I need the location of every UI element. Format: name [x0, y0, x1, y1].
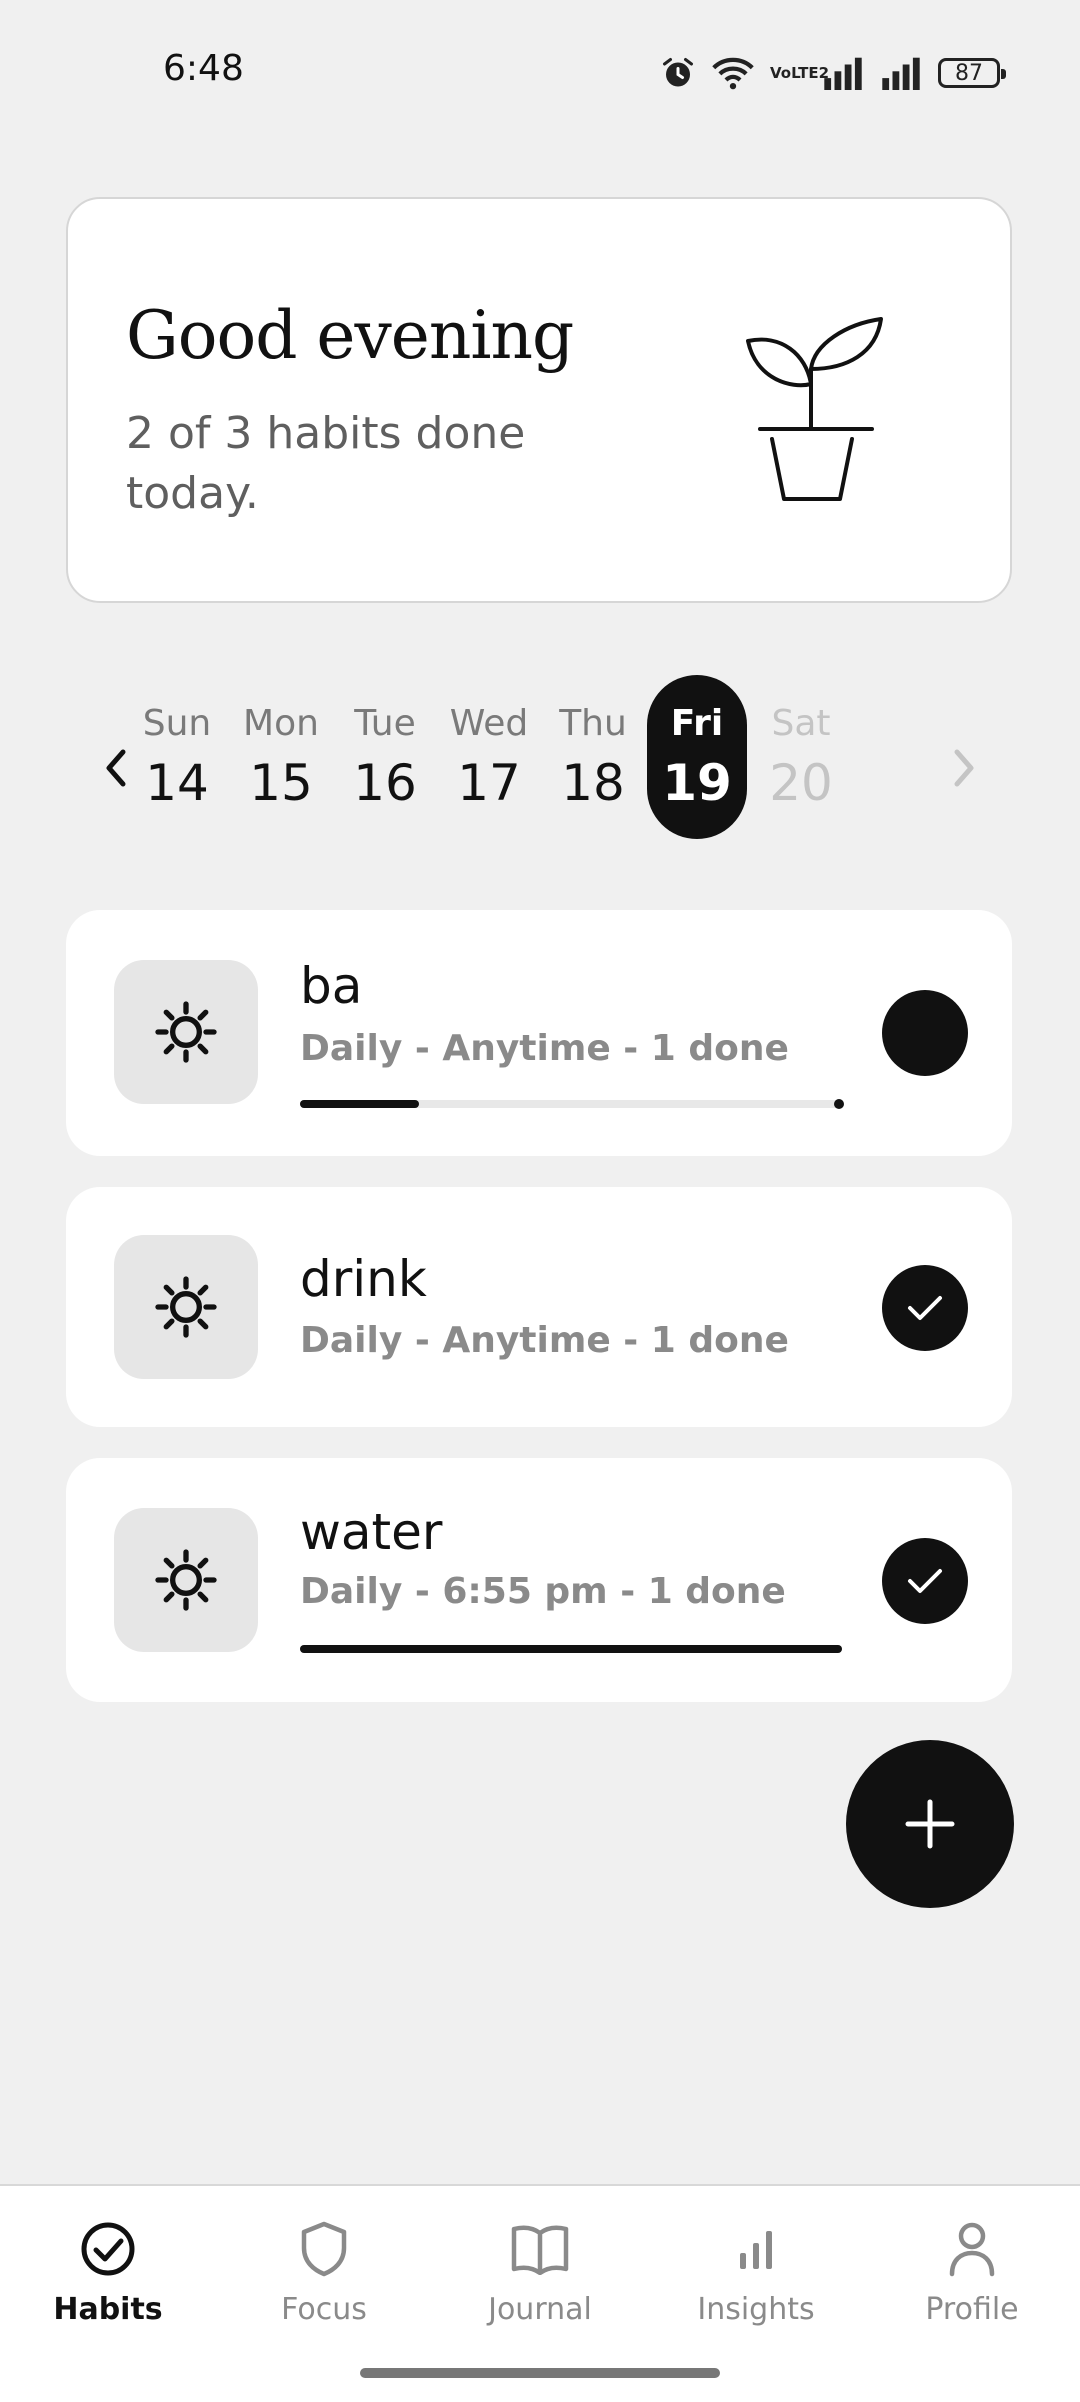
day-mon[interactable]: Mon 15 [231, 675, 331, 839]
nav-label: Habits [53, 2292, 163, 2327]
nav-tab-journal[interactable]: Journal [440, 2218, 640, 2327]
greeting-card: Good evening 2 of 3 habits done today. [66, 197, 1012, 603]
habit-name: water [300, 1503, 443, 1561]
chevron-right-icon [954, 749, 974, 787]
day-date: 14 [145, 754, 209, 812]
alarm-icon [663, 58, 693, 87]
day-tue[interactable]: Tue 16 [335, 675, 435, 839]
day-name: Mon [243, 703, 319, 744]
day-name: Fri [670, 703, 724, 744]
nav-label: Insights [697, 2292, 815, 2327]
day-wed[interactable]: Wed 17 [439, 675, 539, 839]
battery-level: 87 [955, 60, 983, 86]
book-icon [511, 2225, 569, 2275]
nav-label: Focus [281, 2292, 367, 2327]
habit-card-water[interactable]: water Daily - 6:55 pm - 1 done [66, 1458, 1012, 1702]
day-name: Wed [449, 703, 529, 744]
day-date: 17 [457, 754, 521, 812]
day-name: Sat [771, 703, 831, 744]
habit-progress-bar [300, 1099, 844, 1109]
habit-icon-box [114, 1508, 258, 1652]
habit-meta: Daily - Anytime - 1 done [300, 1028, 789, 1069]
habit-toggle-button[interactable] [882, 990, 968, 1076]
battery-icon: 87 [938, 58, 1006, 88]
day-date: 16 [353, 754, 417, 812]
day-sat[interactable]: Sat 20 [751, 675, 851, 839]
habit-name: ba [300, 957, 363, 1015]
sun-icon [155, 1549, 217, 1611]
habit-icon-box [114, 960, 258, 1104]
sun-icon [155, 1001, 217, 1063]
plant-pot-icon [746, 317, 883, 501]
day-date: 15 [249, 754, 313, 812]
day-date: 20 [769, 754, 833, 812]
habit-card-drink[interactable]: drink Daily - Anytime - 1 done [66, 1187, 1012, 1427]
checkmark-icon [908, 1296, 942, 1320]
habit-progress-fill [300, 1645, 842, 1653]
nav-label: Profile [925, 2292, 1019, 2327]
shield-icon [301, 2221, 347, 2277]
volte-icon: VoLTE2 [770, 63, 830, 82]
nav-label: Journal [488, 2292, 592, 2327]
day-name: Thu [559, 703, 627, 744]
day-thu[interactable]: Thu 18 [543, 675, 643, 839]
day-name: Tue [354, 703, 416, 744]
signal-icon [882, 57, 920, 90]
day-date: 18 [561, 754, 625, 812]
bar-chart-icon [740, 2231, 772, 2269]
habit-complete-button[interactable] [882, 1265, 968, 1351]
add-habit-button[interactable] [846, 1740, 1014, 1908]
status-time: 6:48 [163, 48, 244, 89]
day-name: Sun [142, 703, 212, 744]
habit-icon-box [114, 1235, 258, 1379]
nav-tab-focus[interactable]: Focus [224, 2218, 424, 2327]
day-fri[interactable]: Fri 19 [647, 675, 747, 839]
checkmark-icon [908, 1569, 942, 1593]
habit-complete-button[interactable] [882, 1538, 968, 1624]
habit-meta: Daily - Anytime - 1 done [300, 1320, 789, 1361]
status-icons: VoLTE2 87 [660, 50, 1006, 96]
day-date: 19 [662, 754, 732, 812]
plus-icon [905, 1799, 955, 1849]
next-week-button[interactable] [934, 738, 994, 798]
nav-tab-profile[interactable]: Profile [872, 2218, 1072, 2327]
habit-card-ba[interactable]: ba Daily - Anytime - 1 done [66, 910, 1012, 1156]
habit-progress-bar [300, 1645, 842, 1653]
habit-progress-fill [300, 1100, 420, 1108]
day-sun[interactable]: Sun 14 [127, 675, 227, 839]
nav-tab-insights[interactable]: Insights [656, 2218, 856, 2327]
person-icon [949, 2222, 995, 2277]
sun-icon [155, 1276, 217, 1338]
check-circle-icon [81, 2222, 135, 2276]
habit-name: drink [300, 1250, 427, 1308]
nav-tab-habits[interactable]: Habits [8, 2218, 208, 2327]
habits-summary: 2 of 3 habits done today. [126, 408, 526, 519]
greeting-title: Good evening [126, 297, 574, 374]
signal-icon [824, 57, 862, 90]
habit-progress-end-dot [834, 1099, 844, 1109]
home-indicator [360, 2368, 720, 2378]
wifi-icon [712, 57, 754, 90]
habit-meta: Daily - 6:55 pm - 1 done [300, 1571, 786, 1612]
